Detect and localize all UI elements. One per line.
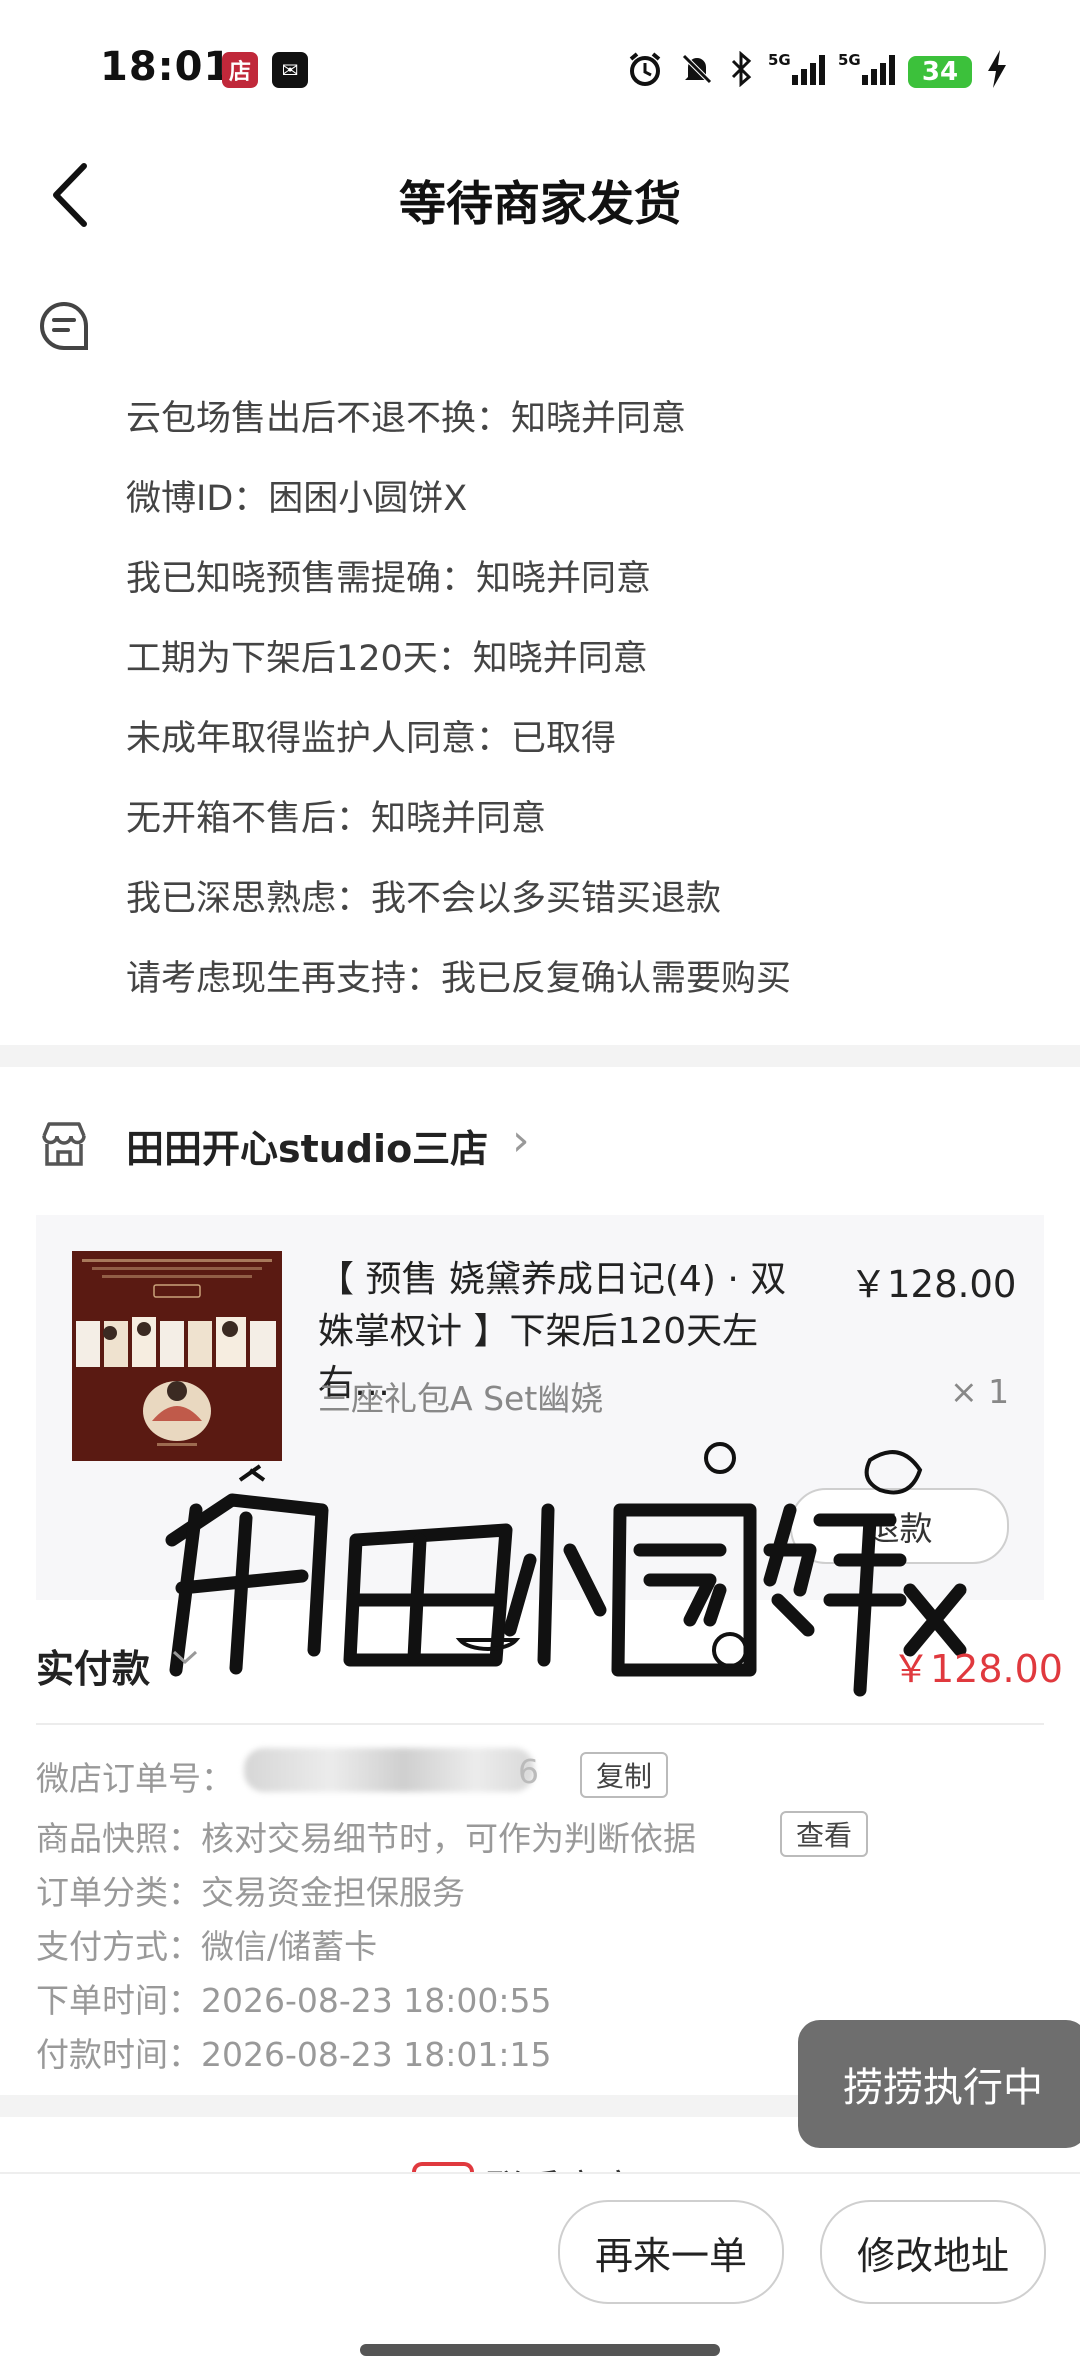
paid-label[interactable]: 实付款	[36, 1638, 150, 1693]
product-thumbnail[interactable]	[72, 1251, 282, 1461]
category-label: 订单分类：	[36, 1873, 201, 1912]
floating-status-toast[interactable]: 捞捞执行中	[798, 2020, 1080, 2148]
home-indicator[interactable]	[360, 2344, 720, 2356]
note-line: 我已知晓预售需提确：知晓并同意	[126, 559, 652, 599]
payment-method-value: 微信/储蓄卡	[201, 1927, 378, 1966]
payment-method-label: 支付方式：	[36, 1927, 201, 1966]
note-line: 我已深思熟虑：我不会以多买错买退款	[126, 879, 722, 919]
view-snapshot-button[interactable]: 查看	[780, 1811, 869, 1857]
store-icon	[38, 1118, 90, 1170]
paid-amount: ￥128.00	[892, 1647, 1063, 1691]
order-number-tail: 6	[518, 1752, 539, 1791]
signal-5g-icon: 5G	[764, 46, 828, 92]
charging-icon	[980, 46, 1014, 92]
product-price: ￥128.00	[850, 1263, 1017, 1306]
status-time: 18:01	[100, 44, 233, 90]
chevron-down-icon[interactable]	[170, 1640, 200, 1675]
note-line: 请考虑现生再支持：我已反复确认需要购买	[126, 959, 792, 999]
copy-button[interactable]: 复制	[580, 1752, 669, 1798]
product-spec: 三座礼包A Set幽娆	[318, 1379, 604, 1418]
reorder-button[interactable]: 再来一单	[558, 2200, 784, 2304]
note-line: 云包场售出后不退不换：知晓并同意	[126, 399, 687, 439]
page-title: 等待商家发货	[399, 177, 681, 232]
note-line: 微博ID：困困小圆饼X	[126, 479, 468, 519]
order-number-redacted	[244, 1748, 534, 1792]
snapshot-value: 核对交易细节时，可作为判断依据	[201, 1819, 696, 1858]
note-line: 未成年取得监护人同意：已取得	[126, 719, 617, 759]
order-time-label: 下单时间：	[36, 1981, 201, 2020]
chevron-right-icon[interactable]: ›	[512, 1115, 530, 1166]
snapshot-label: 商品快照：	[36, 1819, 201, 1858]
snapshot-row: 商品快照：核对交易细节时，可作为判断依据	[36, 1812, 696, 1860]
category-value: 交易资金担保服务	[201, 1873, 465, 1912]
pay-time-row: 付款时间：2026-08-23 18:01:15	[36, 2028, 551, 2076]
shop-app-icon: 店	[222, 52, 258, 88]
bluetooth-icon	[724, 46, 758, 92]
watermark-logo	[150, 1440, 980, 1700]
order-time-row: 下单时间：2026-08-23 18:00:55	[36, 1974, 551, 2022]
store-name-link[interactable]: 田田开心studio三店	[126, 1118, 488, 1173]
battery-indicator: 34	[908, 56, 972, 88]
signal-5g-icon-2: 5G	[834, 46, 898, 92]
message-note-icon	[36, 298, 92, 354]
pay-time-label: 付款时间：	[36, 2035, 201, 2074]
edit-address-button[interactable]: 修改地址	[820, 2200, 1046, 2304]
order-time-value: 2026-08-23 18:00:55	[201, 1981, 552, 2020]
net1-label: 5G	[768, 51, 791, 69]
pay-time-value: 2026-08-23 18:01:15	[201, 2035, 552, 2074]
section-divider	[0, 1045, 1080, 1067]
category-row: 订单分类：交易资金担保服务	[36, 1866, 465, 1914]
mute-bell-icon	[674, 46, 720, 92]
note-line: 工期为下架后120天：知晓并同意	[126, 639, 648, 679]
payment-method-row: 支付方式：微信/储蓄卡	[36, 1920, 377, 1968]
order-number-label: 微店订单号：	[36, 1759, 234, 1798]
net2-label: 5G	[838, 51, 861, 69]
note-line: 无开箱不售后：知晓并同意	[126, 799, 547, 839]
product-quantity: × 1	[950, 1372, 1010, 1411]
divider-line	[36, 1723, 1044, 1725]
mail-app-icon: ✉	[272, 52, 308, 88]
alarm-icon	[622, 46, 668, 92]
